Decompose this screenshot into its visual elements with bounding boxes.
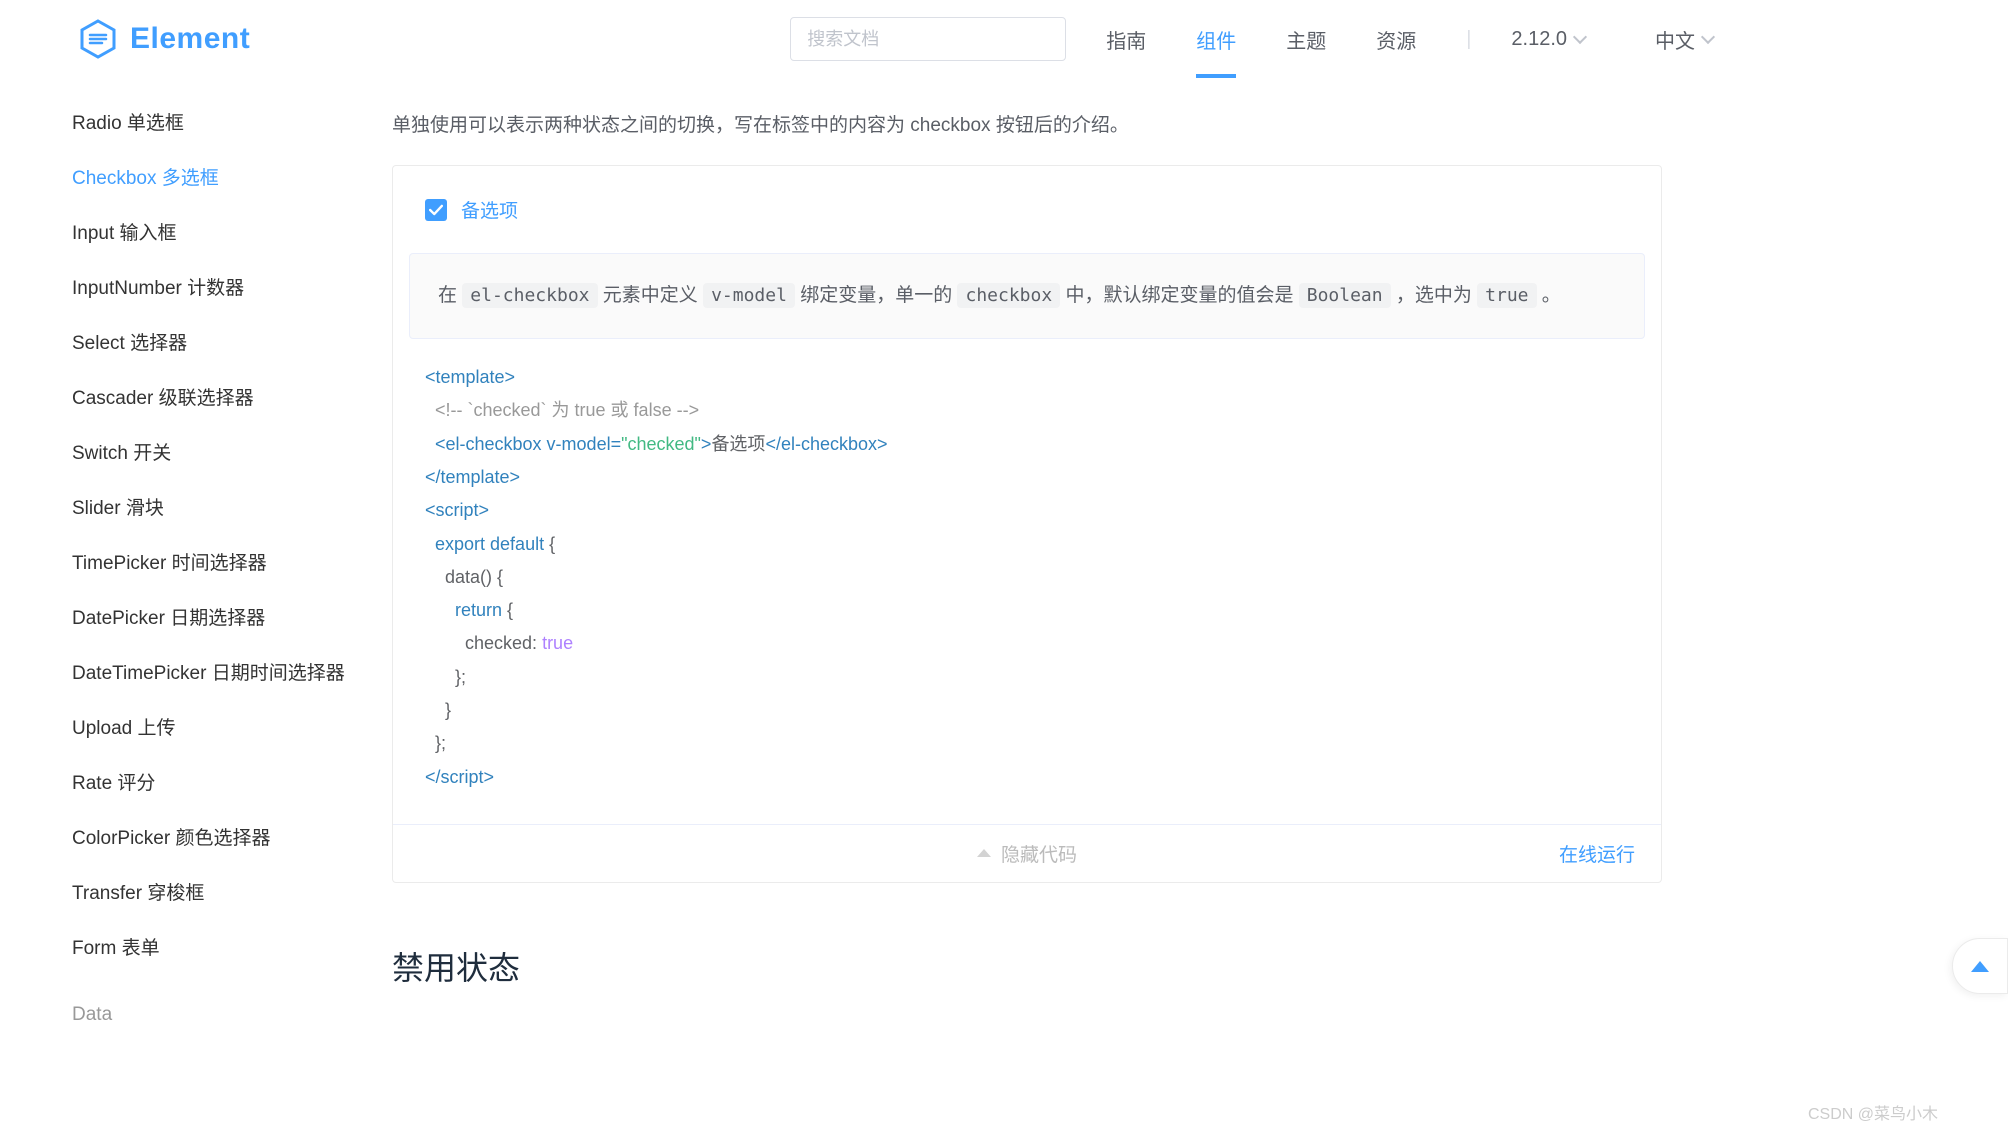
code-line: }; <box>425 667 466 687</box>
code-line: </el-checkbox> <box>765 434 887 454</box>
code-line: <template> <box>425 367 515 387</box>
sidebar-item-colorpicker[interactable]: ColorPicker 颜色选择器 <box>72 809 392 864</box>
nav-guide[interactable]: 指南 <box>1106 1 1146 78</box>
code-line: { <box>502 600 513 620</box>
demo-tip: 在 el-checkbox 元素中定义 v-model 绑定变量，单一的 che… <box>409 253 1645 339</box>
nav-separator: | <box>1466 28 1471 51</box>
tip-text: 中，默认绑定变量的值会是 <box>1060 285 1299 306</box>
code-line: </script> <box>425 767 494 787</box>
check-icon <box>429 203 443 217</box>
tip-text: 在 <box>438 285 462 306</box>
sidebar-item-datetimepicker[interactable]: DateTimePicker 日期时间选择器 <box>72 644 392 699</box>
sidebar-item-radio[interactable]: Radio 单选框 <box>72 94 392 149</box>
code-line: checked: <box>425 633 542 653</box>
nav-resource[interactable]: 资源 <box>1376 1 1416 78</box>
code-line: return <box>425 600 502 620</box>
sidebar-item-input[interactable]: Input 输入框 <box>72 204 392 259</box>
code-line: <!-- `checked` 为 true 或 false --> <box>425 400 699 420</box>
code-tag: v-model <box>703 283 795 308</box>
element-logo-icon <box>78 19 118 59</box>
code-str: "checked" <box>621 434 701 454</box>
sidebar-item-cascader[interactable]: Cascader 级联选择器 <box>72 369 392 424</box>
version-label: 2.12.0 <box>1511 28 1567 51</box>
sidebar-item-form[interactable]: Form 表单 <box>72 919 392 974</box>
back-to-top-button[interactable] <box>1952 938 2008 994</box>
brand-name: Element <box>130 22 250 56</box>
sidebar-category-data: Data <box>72 974 392 1026</box>
code-tag: checkbox <box>957 283 1060 308</box>
tip-text: 。 <box>1537 285 1561 306</box>
demo-code: <template> <!-- `checked` 为 true 或 false… <box>393 339 1661 824</box>
checkbox-box <box>425 199 447 221</box>
sidebar-item-slider[interactable]: Slider 滑块 <box>72 479 392 534</box>
code-line: </template> <box>425 467 520 487</box>
caret-up-icon <box>977 849 991 857</box>
run-online-link[interactable]: 在线运行 <box>1559 840 1635 867</box>
tip-text: ，选中为 <box>1391 285 1478 306</box>
sidebar-item-checkbox[interactable]: Checkbox 多选框 <box>72 149 392 204</box>
code-line: export default <box>425 534 544 554</box>
search-wrap <box>790 17 1066 61</box>
sidebar-item-inputnumber[interactable]: InputNumber 计数器 <box>72 259 392 314</box>
sidebar: Radio 单选框 Checkbox 多选框 Input 输入框 InputNu… <box>72 78 392 1130</box>
code-line: }; <box>425 733 446 753</box>
sidebar-item-select[interactable]: Select 选择器 <box>72 314 392 369</box>
code-tag: Boolean <box>1299 283 1391 308</box>
lang-label: 中文 <box>1655 25 1695 54</box>
chevron-down-icon <box>1701 30 1715 44</box>
sidebar-item-datepicker[interactable]: DatePicker 日期选择器 <box>72 589 392 644</box>
main-content: 单独使用可以表示两种状态之间的切换，写在标签中的内容为 checkbox 按钮后… <box>392 78 1732 1130</box>
logo[interactable]: Element <box>78 19 250 59</box>
sidebar-item-upload[interactable]: Upload 上传 <box>72 699 392 754</box>
lang-select[interactable]: 中文 <box>1655 25 1713 54</box>
code-line: data() { <box>425 567 503 587</box>
sidebar-item-transfer[interactable]: Transfer 穿梭框 <box>72 864 392 919</box>
sidebar-item-rate[interactable]: Rate 评分 <box>72 754 392 809</box>
tip-text: 元素中定义 <box>598 285 704 306</box>
hide-code-button[interactable]: 隐藏代码 <box>977 840 1077 867</box>
code-line: <el-checkbox v-model= <box>425 434 621 454</box>
checkbox-example[interactable]: 备选项 <box>425 196 518 223</box>
demo-block: 备选项 在 el-checkbox 元素中定义 v-model 绑定变量，单一的… <box>392 165 1662 883</box>
code-bool: true <box>542 633 573 653</box>
top-nav: 指南 组件 主题 资源 | <box>1106 1 1471 78</box>
watermark: CSDN @菜鸟小木 <box>1808 1100 1938 1124</box>
search-input[interactable] <box>790 17 1066 61</box>
code-line: > <box>701 434 712 454</box>
triangle-up-icon <box>1971 961 1989 972</box>
sidebar-item-switch[interactable]: Switch 开关 <box>72 424 392 479</box>
code-tag: el-checkbox <box>462 283 597 308</box>
code-tag: true <box>1477 283 1536 308</box>
demo-live: 备选项 <box>393 166 1661 253</box>
section-disabled-title: 禁用状态 <box>392 943 1662 989</box>
nav-theme[interactable]: 主题 <box>1286 1 1326 78</box>
tip-text: 绑定变量，单一的 <box>795 285 958 306</box>
version-select[interactable]: 2.12.0 <box>1511 28 1585 51</box>
header: Element 指南 组件 主题 资源 | 2.12.0 中文 <box>0 0 2008 78</box>
chevron-down-icon <box>1573 30 1587 44</box>
section-intro: 单独使用可以表示两种状态之间的切换，写在标签中的内容为 checkbox 按钮后… <box>392 110 1662 137</box>
code-text: 备选项 <box>711 434 765 454</box>
code-line: } <box>425 700 451 720</box>
demo-control-bar[interactable]: 隐藏代码 在线运行 <box>393 824 1661 882</box>
code-line: <script> <box>425 500 489 520</box>
nav-component[interactable]: 组件 <box>1196 1 1236 78</box>
hide-code-label: 隐藏代码 <box>1001 840 1077 867</box>
checkbox-label: 备选项 <box>461 196 518 223</box>
sidebar-item-timepicker[interactable]: TimePicker 时间选择器 <box>72 534 392 589</box>
code-line: { <box>544 534 555 554</box>
